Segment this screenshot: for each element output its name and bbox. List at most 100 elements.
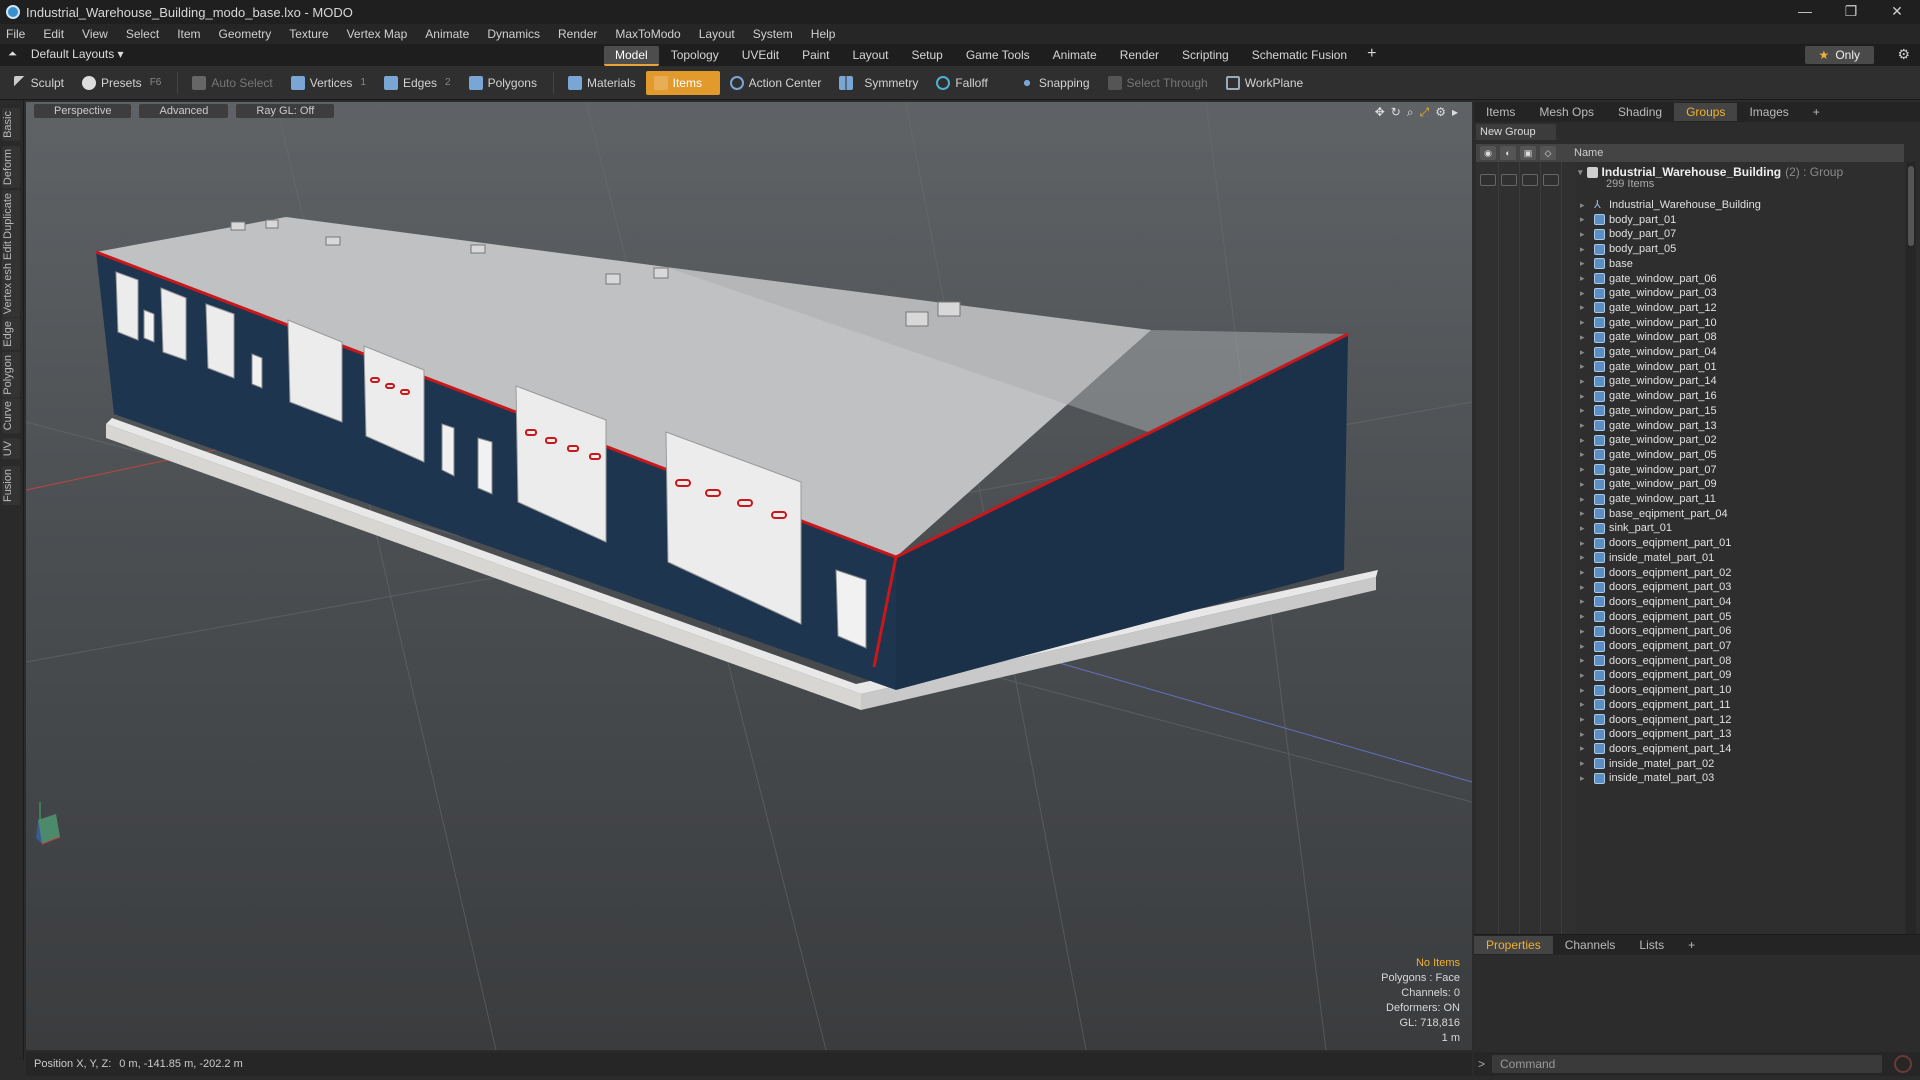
menu-item-animate[interactable]: Animate [425,27,469,41]
expand-arrow-icon[interactable]: ▸ [1580,420,1590,431]
maximize-button[interactable]: ❐ [1828,0,1874,24]
items-button[interactable]: Items [645,70,720,95]
props-tab-channels[interactable]: Channels [1553,936,1628,954]
expand-arrow-icon[interactable]: ▸ [1580,464,1590,475]
snapping-button[interactable]: Snapping [1012,71,1098,95]
expand-arrow-icon[interactable]: ▸ [1580,200,1590,211]
menu-item-select[interactable]: Select [126,27,159,41]
collapse-arrow-icon[interactable]: ⏶ [8,48,17,61]
props-tab-properties[interactable]: Properties [1474,936,1553,954]
3d-viewport[interactable]: Perspective Advanced Ray GL: Off ✥ ↻ ⌕ ⤢… [26,102,1472,1050]
view-mode-button[interactable]: Perspective [34,104,132,118]
left-tab-basic[interactable]: Basic [2,108,20,141]
right-tab-mesh-ops[interactable]: Mesh Ops [1527,103,1606,121]
expand-arrow-icon[interactable]: ▸ [1580,552,1590,563]
left-tab-polygon[interactable]: Polygon [2,352,20,398]
group-lock-toggle[interactable] [1522,174,1538,186]
sculpt-button[interactable]: Sculpt [6,71,72,95]
left-tab-edge[interactable]: Edge [2,318,20,350]
expand-arrow-icon[interactable]: ▸ [1580,391,1590,402]
list-item[interactable]: ▸ inside_matel_part_03 [1580,769,1900,787]
expand-arrow-icon[interactable]: ▸ [1580,244,1590,255]
left-tab-vertex[interactable]: Vertex [2,280,20,318]
left-tab-deform[interactable]: Deform [2,146,20,189]
props-tab-lists[interactable]: Lists [1627,936,1676,954]
record-icon[interactable] [1894,1055,1912,1073]
raygl-button[interactable]: Ray GL: Off [236,104,335,118]
tab-layout[interactable]: Layout [841,46,899,66]
tab-topology[interactable]: Topology [660,46,730,66]
expand-arrow-icon[interactable]: ▸ [1580,699,1590,710]
expand-arrow-icon[interactable]: ▸ [1580,332,1590,343]
new-group-button[interactable]: New Group [1476,124,1556,140]
expand-arrow-icon[interactable]: ▸ [1580,685,1590,696]
layouts-selector[interactable]: ⏶ Default Layouts ▾ [8,47,124,61]
shading-mode-button[interactable]: Advanced [139,104,229,118]
expand-arrow-icon[interactable]: ▸ [1580,405,1590,416]
expand-arrow-icon[interactable]: ▸ [1580,567,1590,578]
left-tab-uv[interactable]: UV [2,438,20,460]
add-props-tab-icon[interactable]: + [1676,936,1707,954]
expand-arrow-icon[interactable]: ▸ [1580,317,1590,328]
right-tab-items[interactable]: Items [1474,103,1527,121]
group-visibility-toggle[interactable] [1480,174,1496,186]
tab-setup[interactable]: Setup [900,46,953,66]
add-panel-tab-icon[interactable]: + [1801,103,1832,121]
group-expand-icon[interactable]: ▾ [1578,167,1583,178]
pan-icon[interactable]: ✥ [1375,105,1385,120]
right-tab-images[interactable]: Images [1737,103,1800,121]
right-tab-shading[interactable]: Shading [1606,103,1674,121]
left-tab-duplicate[interactable]: Duplicate [2,190,20,242]
expand-arrow-icon[interactable]: ▸ [1580,302,1590,313]
expand-arrow-icon[interactable]: ▸ [1580,641,1590,652]
symmetry-button[interactable]: Symmetry [831,71,926,95]
menu-item-layout[interactable]: Layout [699,27,735,41]
close-button[interactable]: ✕ [1874,0,1920,24]
expand-arrow-icon[interactable]: ▸ [1580,361,1590,372]
expand-arrow-icon[interactable]: ▸ [1580,479,1590,490]
expand-arrow-icon[interactable]: ▸ [1580,582,1590,593]
menu-item-maxtomodo[interactable]: MaxToModo [615,27,680,41]
select-through-button[interactable]: Select Through [1100,71,1216,95]
menu-item-render[interactable]: Render [558,27,597,41]
edges-button[interactable]: Edges 2 [376,71,459,95]
expand-arrow-icon[interactable]: ▸ [1580,523,1590,534]
expand-arrow-icon[interactable]: ▸ [1580,538,1590,549]
expand-arrow-icon[interactable]: ▸ [1580,258,1590,269]
polygons-button[interactable]: Polygons [461,71,545,95]
scrollbar-thumb[interactable] [1908,166,1914,246]
tab-scripting[interactable]: Scripting [1171,46,1240,66]
expand-arrow-icon[interactable]: ▸ [1580,611,1590,622]
visibility-eye-icon[interactable]: ◉ [1480,146,1496,160]
expand-arrow-icon[interactable]: ▸ [1580,229,1590,240]
expand-arrow-icon[interactable]: ▸ [1580,273,1590,284]
tab-animate[interactable]: Animate [1042,46,1108,66]
layouts-dropdown[interactable]: Default Layouts ▾ [31,47,124,61]
expand-arrow-icon[interactable]: ▸ [1580,773,1590,784]
name-column-header[interactable]: Name [1574,147,1603,159]
materials-button[interactable]: Materials [560,71,644,95]
expand-arrow-icon[interactable]: ▸ [1580,347,1590,358]
group-select-toggle[interactable] [1543,174,1559,186]
tab-model[interactable]: Model [604,46,659,66]
action-center-button[interactable]: Action Center [722,71,830,95]
expand-arrow-icon[interactable]: ▸ [1580,596,1590,607]
expand-arrow-icon[interactable]: ▸ [1580,508,1590,519]
expand-arrow-icon[interactable]: ▸ [1580,626,1590,637]
expand-arrow-icon[interactable]: ▸ [1580,670,1590,681]
settings-icon[interactable]: ⚙ [1435,105,1446,120]
expand-arrow-icon[interactable]: ▸ [1580,494,1590,505]
menu-item-dynamics[interactable]: Dynamics [487,27,540,41]
left-tab-curve[interactable]: Curve [2,398,20,434]
expand-arrow-icon[interactable]: ▸ [1580,655,1590,666]
lock-icon[interactable]: ▣ [1520,146,1536,160]
minimize-button[interactable]: — [1782,0,1828,24]
command-input[interactable]: Command [1492,1055,1882,1073]
tab-game-tools[interactable]: Game Tools [955,46,1041,66]
tab-uvedit[interactable]: UVEdit [731,46,790,66]
tab-render[interactable]: Render [1109,46,1170,66]
menu-item-view[interactable]: View [82,27,108,41]
select-icon[interactable]: ◇ [1540,146,1556,160]
rotate-icon[interactable]: ↻ [1391,105,1401,120]
zoom-icon[interactable]: ⌕ [1407,105,1414,120]
